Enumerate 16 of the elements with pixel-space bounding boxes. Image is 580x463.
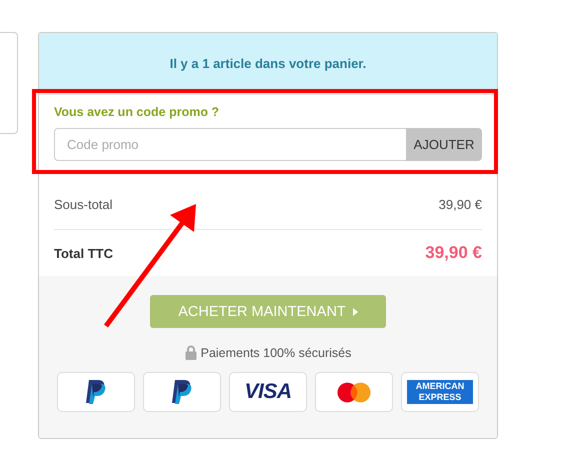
promo-title: Vous avez un code promo ? bbox=[54, 105, 220, 119]
promo-code-field[interactable]: Code promo bbox=[54, 128, 406, 161]
add-button[interactable]: AJOUTER bbox=[406, 128, 482, 161]
mastercard-icon bbox=[337, 382, 371, 402]
line-label: Total TTC bbox=[54, 246, 113, 260]
secure-note: Paiements 100% sécurisés bbox=[200, 346, 352, 360]
line-value: 39,90 € bbox=[438, 196, 482, 212]
line-label: Sous-total bbox=[54, 196, 113, 212]
visa-logo: VISA bbox=[244, 380, 292, 404]
paypal-icon bbox=[85, 379, 107, 405]
amex-logo: AMERICAN EXPRESS bbox=[407, 380, 473, 404]
cart-summary: Il y a 1 article dans votre panier. bbox=[170, 56, 366, 71]
line-value: 39,90 € bbox=[425, 243, 482, 263]
lock-icon bbox=[184, 345, 197, 360]
paypal-icon bbox=[171, 379, 193, 405]
caret-icon bbox=[352, 308, 358, 316]
